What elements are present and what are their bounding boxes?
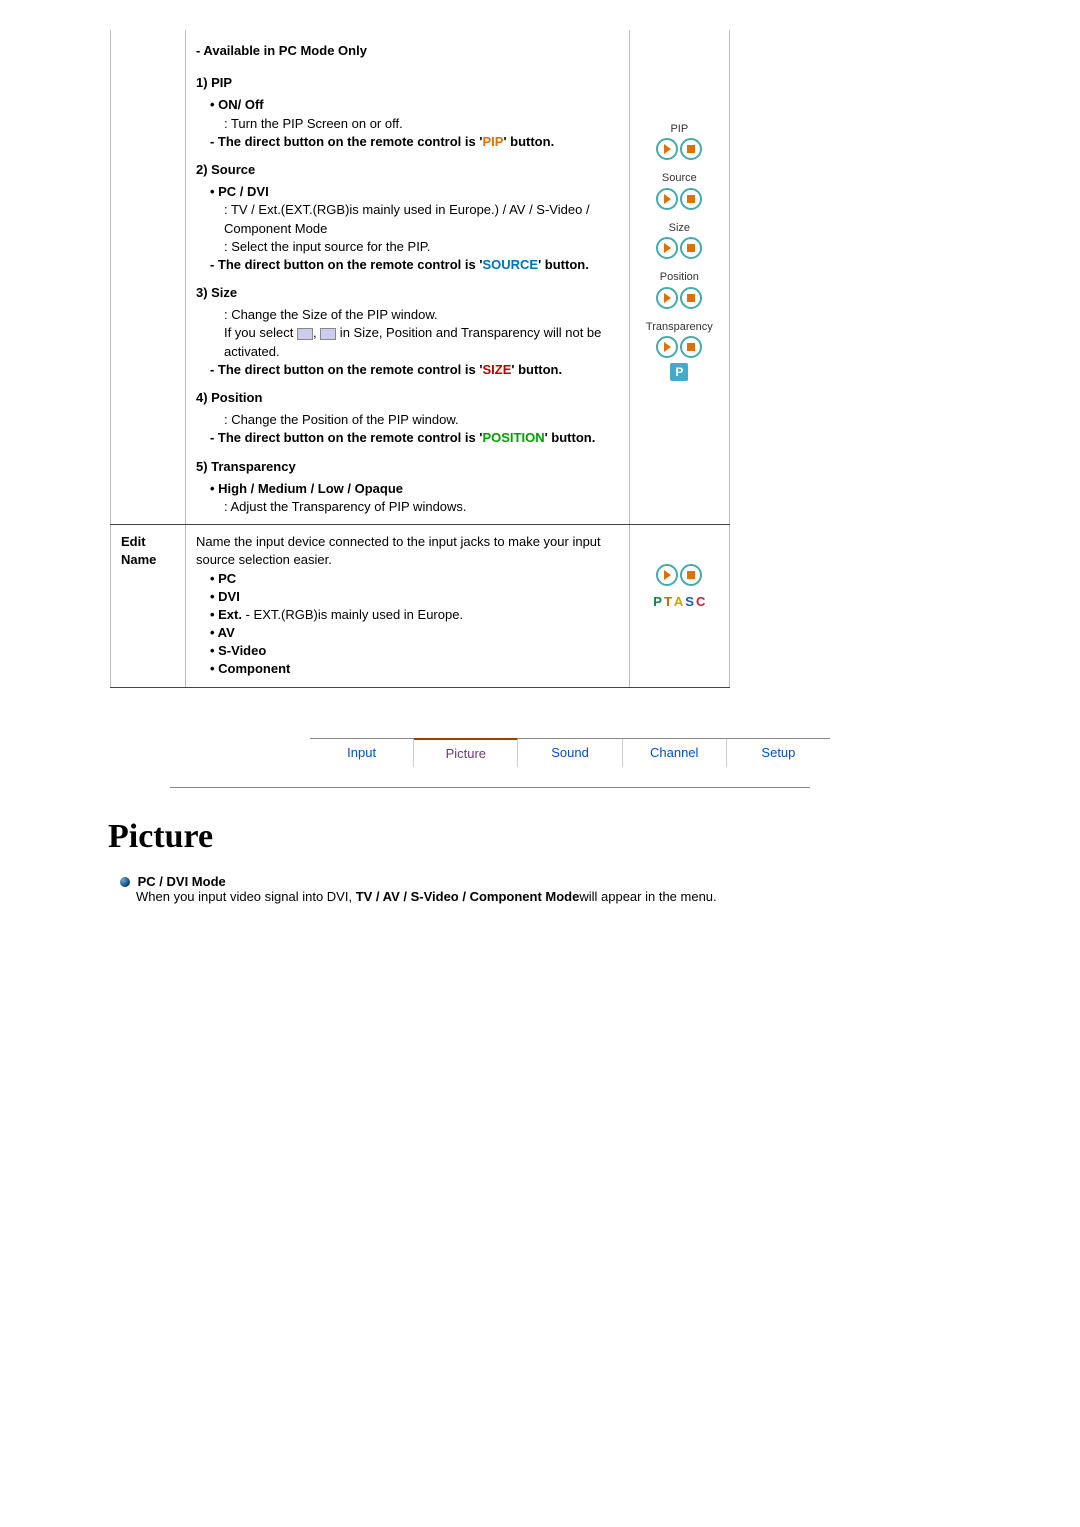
opt-component: • Component [210,660,619,678]
tab-sound[interactable]: Sound [518,739,622,767]
size-line1: : Change the Size of the PIP window. [224,306,619,324]
opt-svideo: • S-Video [210,642,619,660]
source-direct: - The direct button on the remote contro… [210,256,619,274]
icon-label-transparency: Transparency [640,320,719,335]
stop-icon [680,188,702,210]
pip-onoff-desc: : Turn the PIP Screen on or off. [224,115,619,133]
edit-name-content: Name the input device connected to the i… [185,525,629,688]
opt-dvi: • DVI [210,588,619,606]
icon-label-source: Source [640,171,719,186]
stop-icon [680,237,702,259]
position-line1: : Change the Position of the PIP window. [224,411,619,429]
available-note: - Available in PC Mode Only [196,42,619,60]
tab-picture[interactable]: Picture [414,738,518,767]
size-direct: - The direct button on the remote contro… [210,361,619,379]
p-box-icon: P [670,363,688,381]
icon-label-size: Size [640,221,719,236]
tab-input[interactable]: Input [310,739,414,767]
play-icon [656,564,678,586]
source-pcdvi: • PC / DVI [210,183,619,201]
pip-heading: 1) PIP [196,74,619,92]
play-icon [656,336,678,358]
size-icon-b [320,328,336,340]
ptasc-legend: PTASC [640,593,719,611]
size-heading: 3) Size [196,284,619,302]
bullet-icon [120,877,130,887]
pip-onoff: • ON/ Off [210,96,619,114]
row-label-blank [111,30,186,525]
stop-icon [680,564,702,586]
tab-setup[interactable]: Setup [727,739,830,767]
tab-channel[interactable]: Channel [623,739,727,767]
play-icon [656,138,678,160]
position-direct: - The direct button on the remote contro… [210,429,619,447]
mode-desc: When you input video signal into DVI, TV… [136,889,1040,904]
mode-title: PC / DVI Mode [138,874,226,889]
icon-label-position: Position [640,270,719,285]
source-line1: : TV / Ext.(EXT.(RGB)is mainly used in E… [224,201,619,237]
transparency-heading: 5) Transparency [196,458,619,476]
position-heading: 4) Position [196,389,619,407]
stop-icon [680,287,702,309]
icon-column-2: PTASC [629,525,729,688]
play-icon [656,287,678,309]
tab-bar: Input Picture Sound Channel Setup [310,738,830,767]
stop-icon [680,138,702,160]
transparency-options: • High / Medium / Low / Opaque [210,480,619,498]
opt-av: • AV [210,624,619,642]
divider [170,787,810,788]
stop-icon [680,336,702,358]
size-line2: If you select , in Size, Position and Tr… [224,324,619,360]
row-label-edit-name: Edit Name [111,525,186,688]
pip-content: - Available in PC Mode Only 1) PIP • ON/… [185,30,629,525]
icon-column-1: PIP Source Size Position Transparency P [629,30,729,525]
section-title: Picture [108,818,1040,856]
source-line2: : Select the input source for the PIP. [224,238,619,256]
play-icon [656,237,678,259]
pip-direct: - The direct button on the remote contro… [210,133,619,151]
icon-label-pip: PIP [640,122,719,137]
mode-title-line: PC / DVI Mode [120,874,1040,889]
opt-pc: • PC [210,570,619,588]
play-icon [656,188,678,210]
transparency-desc: : Adjust the Transparency of PIP windows… [224,498,619,516]
source-heading: 2) Source [196,161,619,179]
opt-ext: • Ext. - EXT.(RGB)is mainly used in Euro… [210,606,619,624]
size-icon-a [297,328,313,340]
mode-block: PC / DVI Mode When you input video signa… [120,874,1040,904]
edit-name-intro: Name the input device connected to the i… [196,533,619,569]
settings-table: - Available in PC Mode Only 1) PIP • ON/… [110,30,730,688]
